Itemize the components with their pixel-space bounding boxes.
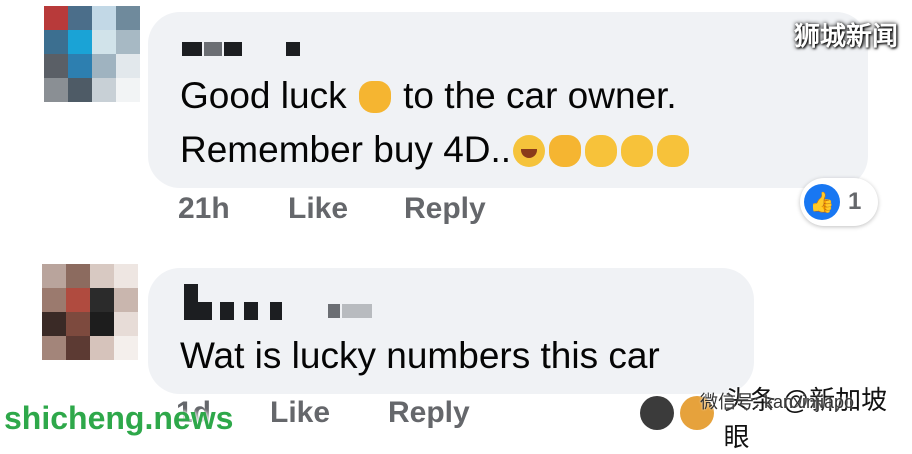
avatar-pixel bbox=[92, 6, 116, 30]
comment-text: Remember buy 4D.. bbox=[180, 129, 512, 170]
clapping-hands-emoji-icon bbox=[657, 135, 690, 167]
redacted-name-part bbox=[198, 302, 212, 320]
like-button[interactable]: Like bbox=[288, 192, 404, 226]
reaction-count-pill[interactable]: 👍 1 bbox=[800, 178, 878, 226]
redacted-name-part bbox=[342, 304, 372, 318]
avatar-pixel bbox=[114, 336, 138, 360]
redacted-name-part bbox=[220, 302, 234, 320]
reply-button[interactable]: Reply bbox=[388, 396, 470, 430]
redacted-name-part bbox=[270, 302, 282, 320]
avatar-pixel bbox=[90, 312, 114, 336]
redacted-name[interactable] bbox=[182, 42, 202, 56]
avatar-pixel bbox=[66, 312, 90, 336]
comment-text: Good luck bbox=[180, 75, 347, 116]
like-reaction-icon: 👍 bbox=[804, 184, 840, 220]
avatar-pixel bbox=[66, 264, 90, 288]
clapping-hands-emoji-icon bbox=[621, 135, 654, 167]
watermark-top-right: 狮城新闻 bbox=[793, 21, 898, 51]
redacted-name-part bbox=[328, 304, 340, 318]
avatar-pixel bbox=[68, 6, 92, 30]
commenter-avatar[interactable] bbox=[44, 6, 140, 102]
avatar-pixel bbox=[68, 54, 92, 78]
avatar-pixel bbox=[44, 54, 68, 78]
clapping-hands-emoji-icon bbox=[585, 135, 618, 167]
avatar-pixel bbox=[44, 6, 68, 30]
avatar-pixel bbox=[90, 264, 114, 288]
comment-text: Wat is lucky numbers this car bbox=[180, 335, 660, 376]
redacted-name-part bbox=[244, 302, 258, 320]
redacted-name-part bbox=[286, 42, 300, 56]
avatar-pixel bbox=[44, 78, 68, 102]
avatar-pixel bbox=[68, 30, 92, 54]
watermark-bottom-right: 微信号: kanxinjiapo 头条 @新加坡眼 bbox=[640, 385, 912, 452]
comment-timestamp[interactable]: 21h bbox=[178, 192, 288, 226]
watermark-id: 微信号: kanxinjiapo bbox=[700, 392, 855, 412]
rolling-laughing-emoji-icon bbox=[513, 135, 546, 167]
reaction-count: 1 bbox=[848, 188, 862, 215]
comment-actions: 21h Like Reply bbox=[178, 192, 486, 226]
reply-button[interactable]: Reply bbox=[404, 192, 486, 226]
avatar-pixel bbox=[116, 6, 140, 30]
avatar-pixel bbox=[90, 288, 114, 312]
avatar-pixel bbox=[116, 30, 140, 54]
avatar-pixel bbox=[114, 312, 138, 336]
avatar-pixel bbox=[92, 78, 116, 102]
redacted-name-part bbox=[224, 42, 242, 56]
avatar-pixel bbox=[116, 54, 140, 78]
like-button[interactable]: Like bbox=[270, 396, 388, 430]
avatar-pixel bbox=[66, 336, 90, 360]
avatar-pixel bbox=[42, 288, 66, 312]
avatar-pixel bbox=[42, 336, 66, 360]
comment-text-line-1: Good luck to the car owner. bbox=[180, 70, 677, 122]
comment-text-line-2: Remember buy 4D.. bbox=[180, 124, 691, 176]
avatar-pixel bbox=[92, 54, 116, 78]
thumbs-up-emoji-icon bbox=[358, 81, 391, 113]
avatar-pixel bbox=[44, 30, 68, 54]
avatar-pixel bbox=[114, 288, 138, 312]
avatar-pixel bbox=[92, 30, 116, 54]
avatar-pixel bbox=[90, 336, 114, 360]
avatar-pixel bbox=[68, 78, 92, 102]
commenter-avatar[interactable] bbox=[42, 264, 138, 360]
comment-bubble: Wat is lucky numbers this car bbox=[148, 268, 754, 394]
avatar-pixel bbox=[66, 288, 90, 312]
avatar-pixel bbox=[114, 264, 138, 288]
redacted-name[interactable] bbox=[184, 284, 198, 320]
avatar-pixel bbox=[116, 78, 140, 102]
comment-bubble: Good luck to the car owner. Remember buy… bbox=[148, 12, 868, 188]
watermark-bottom-left: shicheng.news bbox=[4, 400, 234, 436]
wechat-logo-icon bbox=[640, 396, 674, 430]
thumbs-up-emoji-icon bbox=[549, 135, 582, 167]
avatar-pixel bbox=[42, 264, 66, 288]
comment-text: to the car owner. bbox=[403, 75, 677, 116]
avatar-pixel bbox=[42, 312, 66, 336]
redacted-name-part bbox=[204, 42, 222, 56]
